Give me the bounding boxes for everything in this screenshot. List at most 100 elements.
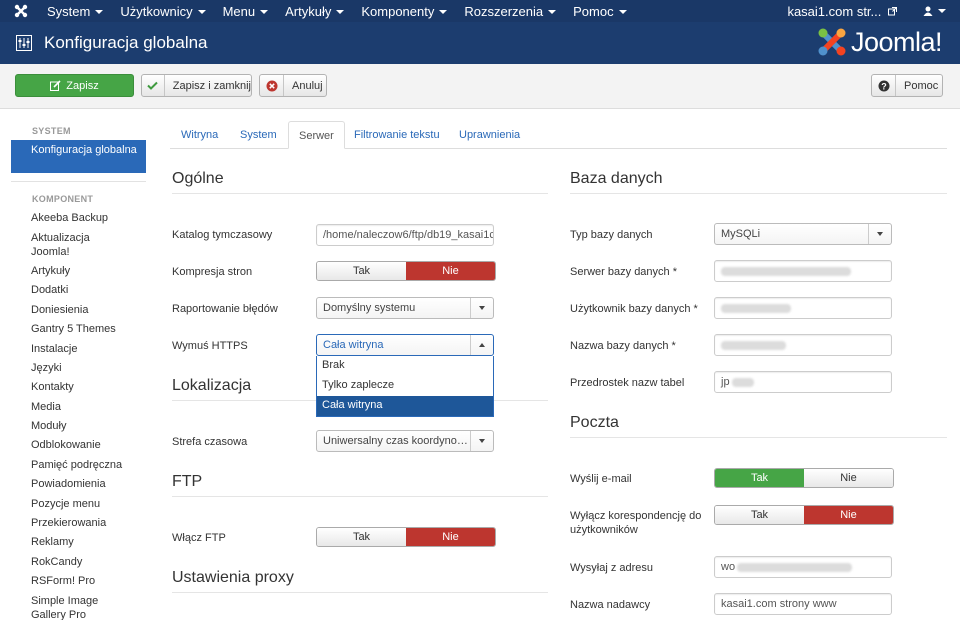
- menu-help[interactable]: Pomoc: [573, 4, 627, 19]
- sidebar-divider: [11, 181, 146, 182]
- db-name-label: Nazwa bazy danych *: [570, 340, 676, 352]
- sidebar-item[interactable]: Powiadomienia: [31, 477, 106, 491]
- cancel-button[interactable]: Anuluj: [259, 74, 327, 97]
- help-button[interactable]: ? Pomoc: [871, 74, 943, 97]
- force-https-select[interactable]: Cała witryna: [316, 334, 494, 356]
- db-user-label: Użytkownik bazy danych *: [570, 303, 698, 315]
- sidebar-item[interactable]: Pozycje menu: [31, 497, 100, 511]
- user-icon: [923, 6, 933, 16]
- sidebar-item[interactable]: Aktualizacja Joomla!: [31, 231, 131, 259]
- svg-text:?: ?: [881, 81, 887, 91]
- tab-system[interactable]: System: [240, 121, 277, 149]
- sidebar-item[interactable]: Odblokowanie: [31, 438, 101, 452]
- caret-down-icon: [336, 10, 345, 15]
- https-option-none[interactable]: Brak: [317, 356, 493, 376]
- sidebar-item[interactable]: Języki: [31, 361, 62, 375]
- mail-send-yes-option[interactable]: Tak: [715, 469, 804, 487]
- external-link-icon: [888, 6, 897, 15]
- mail-send-label: Wyślij e-mail: [570, 473, 632, 485]
- force-https-label: Wymuś HTTPS: [172, 340, 248, 352]
- sidebar-item[interactable]: RSForm! Pro: [31, 574, 95, 588]
- ftp-no-option[interactable]: Nie: [406, 528, 495, 546]
- db-host-input[interactable]: [714, 260, 892, 282]
- divider: [570, 437, 947, 438]
- tab-text-filters[interactable]: Filtrowanie tekstu: [354, 121, 440, 149]
- divider: [570, 193, 947, 194]
- question-icon: ?: [878, 80, 889, 91]
- divider: [172, 496, 548, 497]
- db-user-input[interactable]: [714, 297, 892, 319]
- sidebar-item[interactable]: RokCandy: [31, 555, 82, 569]
- sidebar-item[interactable]: Instalacje: [31, 342, 77, 356]
- mail-from-input[interactable]: wo: [714, 556, 892, 578]
- sidebar-item[interactable]: Przekierowania: [31, 516, 106, 530]
- tmp-path-label: Katalog tymczasowy: [172, 229, 273, 241]
- section-ftp-title: FTP: [172, 473, 203, 490]
- divider: [172, 592, 548, 593]
- divider: [172, 193, 548, 194]
- joomla-logo: Joomla!: [816, 26, 943, 58]
- menu-menus[interactable]: Menu: [223, 4, 269, 19]
- chevron-down-icon: [479, 306, 485, 310]
- error-reporting-select[interactable]: Domyślny systemu: [316, 297, 494, 319]
- tab-server[interactable]: Serwer: [288, 121, 345, 149]
- mail-fromname-input[interactable]: kasai1.com strony www: [714, 593, 892, 615]
- caret-down-icon: [618, 10, 627, 15]
- page-title: Konfiguracja globalna: [44, 33, 208, 52]
- menu-extensions[interactable]: Rozszerzenia: [464, 4, 557, 19]
- ftp-yes-option[interactable]: Tak: [317, 528, 406, 546]
- sidebar-item[interactable]: Moduły: [31, 419, 66, 433]
- sidebar-item[interactable]: Dodatki: [31, 283, 68, 297]
- sidebar-item[interactable]: Pamięć podręczna: [31, 458, 122, 472]
- joomla-logo-icon: [818, 28, 846, 56]
- timezone-select[interactable]: Uniwersalny czas koordynowany (UTC): [316, 430, 494, 452]
- sidebar-item[interactable]: Simple Image Gallery Pro: [31, 594, 111, 620]
- save-button[interactable]: Zapisz: [15, 74, 134, 97]
- section-locale-title: Lokalizacja: [172, 377, 252, 394]
- error-reporting-label: Raportowanie błędów: [172, 303, 278, 315]
- menu-components[interactable]: Komponenty: [361, 4, 448, 19]
- tab-site[interactable]: Witryna: [181, 121, 218, 149]
- sidebar-item[interactable]: Doniesienia: [31, 303, 88, 317]
- section-database-title: Baza danych: [570, 170, 663, 187]
- sidebar-item[interactable]: Akeeba Backup: [31, 211, 108, 225]
- mail-from-label: Wysyłaj z adresu: [570, 562, 654, 574]
- save-close-button[interactable]: Zapisz i zamknij: [141, 74, 252, 97]
- caret-down-icon: [197, 10, 206, 15]
- sidebar-item[interactable]: Media: [31, 400, 61, 414]
- mail-disable-no-option[interactable]: Nie: [804, 506, 893, 524]
- gzip-label: Kompresja stron: [172, 266, 253, 278]
- db-prefix-label: Przedrostek nazw tabel: [570, 377, 685, 389]
- gzip-yes-option[interactable]: Tak: [317, 262, 406, 280]
- gzip-no-option[interactable]: Nie: [406, 262, 495, 280]
- joomla-icon[interactable]: [12, 2, 30, 20]
- db-prefix-input[interactable]: jp: [714, 371, 892, 393]
- https-option-all[interactable]: Cała witryna: [317, 396, 493, 416]
- mail-disable-toggle: Tak Nie: [714, 505, 894, 525]
- db-type-select[interactable]: MySQLi: [714, 223, 892, 245]
- user-menu[interactable]: [923, 6, 946, 16]
- sidebar-item[interactable]: Artykuły: [31, 264, 70, 278]
- db-name-input[interactable]: [714, 334, 892, 356]
- menu-articles[interactable]: Artykuły: [285, 4, 345, 19]
- config-tabs: Witryna System Serwer Filtrowanie tekstu…: [170, 121, 947, 149]
- menu-system[interactable]: System: [47, 4, 104, 19]
- site-link[interactable]: kasai1.com str...: [787, 4, 897, 19]
- gzip-toggle: Tak Nie: [316, 261, 496, 281]
- sidebar-item[interactable]: Gantry 5 Themes: [31, 322, 116, 336]
- mail-send-no-option[interactable]: Nie: [804, 469, 893, 487]
- mail-disable-yes-option[interactable]: Tak: [715, 506, 804, 524]
- caret-down-icon: [938, 9, 946, 13]
- sidebar-item[interactable]: Kontakty: [31, 380, 74, 394]
- caret-down-icon: [548, 10, 557, 15]
- tab-permissions[interactable]: Uprawnienia: [459, 121, 520, 149]
- tmp-path-input[interactable]: /home/naleczow6/ftp/db19_kasai1com: [316, 224, 494, 246]
- main-menu: System Użytkownicy Menu Artykuły Kompone…: [47, 0, 644, 22]
- https-option-admin[interactable]: Tylko zaplecze: [317, 376, 493, 396]
- menu-users[interactable]: Użytkownicy: [120, 4, 206, 19]
- caret-down-icon: [95, 10, 104, 15]
- timezone-label: Strefa czasowa: [172, 436, 248, 448]
- sidebar-item[interactable]: Reklamy: [31, 535, 74, 549]
- force-https-options: Brak Tylko zaplecze Cała witryna: [316, 356, 494, 417]
- sidebar-item-global-config[interactable]: Konfiguracja globalna: [11, 140, 146, 173]
